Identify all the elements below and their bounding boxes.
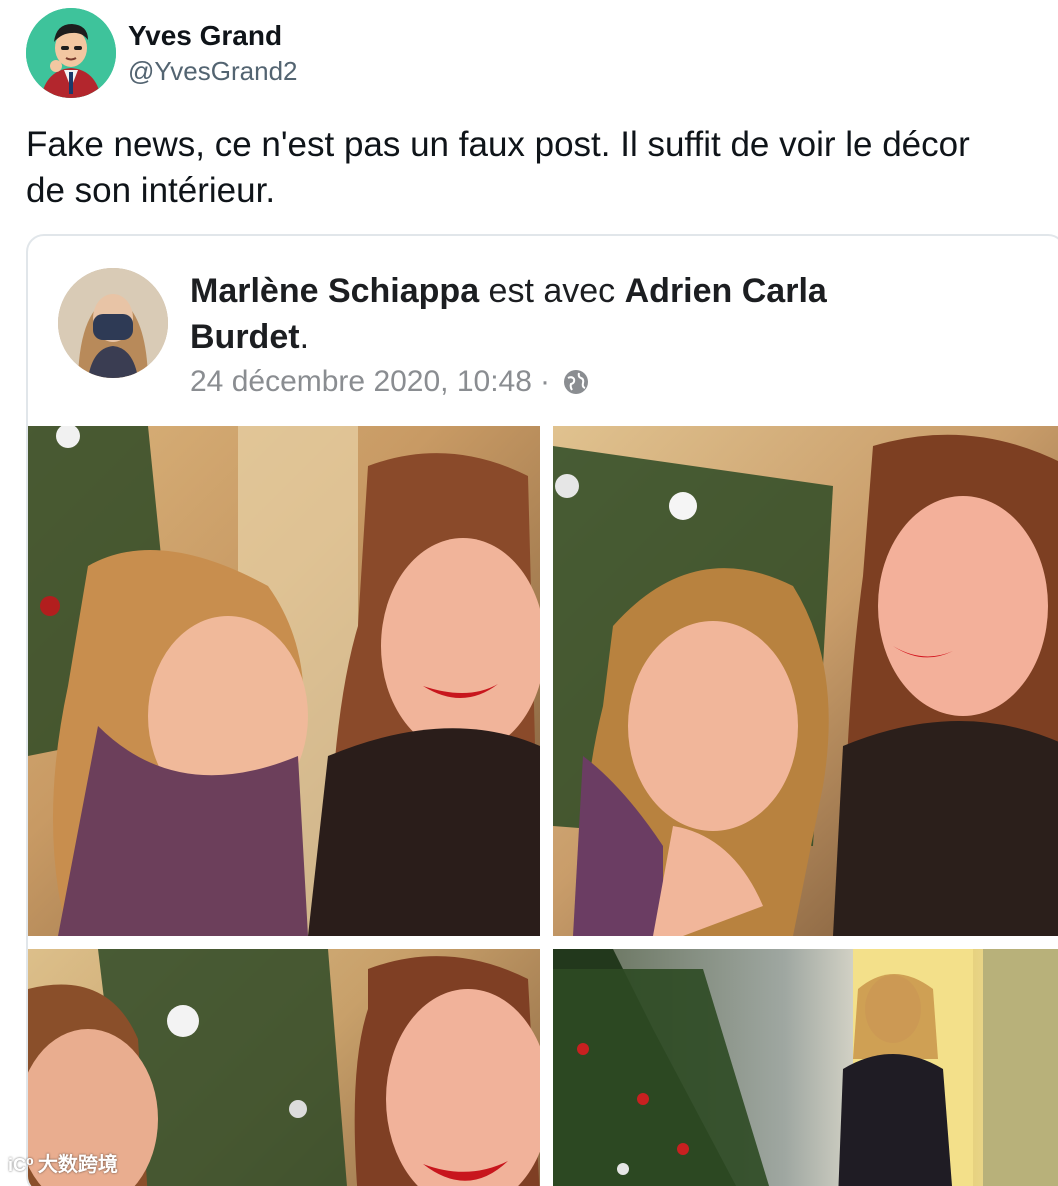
watermark-logo: iC⁰	[8, 1155, 34, 1175]
with-text: est avec	[479, 272, 625, 310]
poster-name: Marlène Schiappa	[190, 272, 480, 310]
post-timestamp: 24 décembre 2020, 10:48	[190, 365, 532, 398]
photo-3-image	[28, 949, 540, 1186]
tagged-name: Adrien Carla	[624, 272, 827, 310]
author-avatar[interactable]	[26, 8, 116, 98]
embedded-image-card[interactable]: Marlène Schiappa est avec Adrien Carla Bu…	[26, 234, 1058, 1186]
photo-2-image	[553, 434, 1058, 936]
poster-avatar	[58, 268, 168, 378]
author-name[interactable]: Yves Grand	[128, 18, 297, 54]
photo-4[interactable]	[553, 949, 1058, 1186]
photo-1[interactable]	[28, 426, 540, 936]
tweet-text: Fake news, ce n'est pas un faux post. Il…	[26, 122, 1058, 214]
facebook-post-header: Marlène Schiappa est avec Adrien Carla Bu…	[28, 236, 1058, 426]
watermark-text: 大数跨境	[37, 1154, 118, 1176]
tagged-name-continued: Burdet	[190, 318, 300, 356]
photo-3[interactable]	[28, 949, 540, 1186]
author-handle[interactable]: @YvesGrand2	[128, 54, 297, 88]
globe-icon	[563, 370, 588, 394]
meta-separator: ·	[539, 365, 550, 398]
author-avatar-illustration	[26, 8, 116, 98]
poster-avatar-photo	[58, 268, 168, 378]
tweet-text-line-1: Fake news, ce n'est pas un faux post. Il…	[26, 125, 970, 164]
title-period: .	[299, 318, 310, 356]
watermark: iC⁰ 大数跨境	[8, 1152, 118, 1178]
facebook-post-title: Marlène Schiappa est avec Adrien Carla Bu…	[190, 268, 970, 360]
tweet-header: Yves Grand @YvesGrand2	[26, 8, 297, 98]
photo-4-image	[553, 949, 1058, 1186]
photo-2[interactable]	[553, 426, 1058, 936]
post-meta: 24 décembre 2020, 10:48 ·	[190, 362, 590, 402]
tweet-text-line-2: de son intérieur.	[26, 171, 276, 210]
photo-1-image	[28, 426, 540, 936]
author-info: Yves Grand @YvesGrand2	[128, 18, 297, 88]
